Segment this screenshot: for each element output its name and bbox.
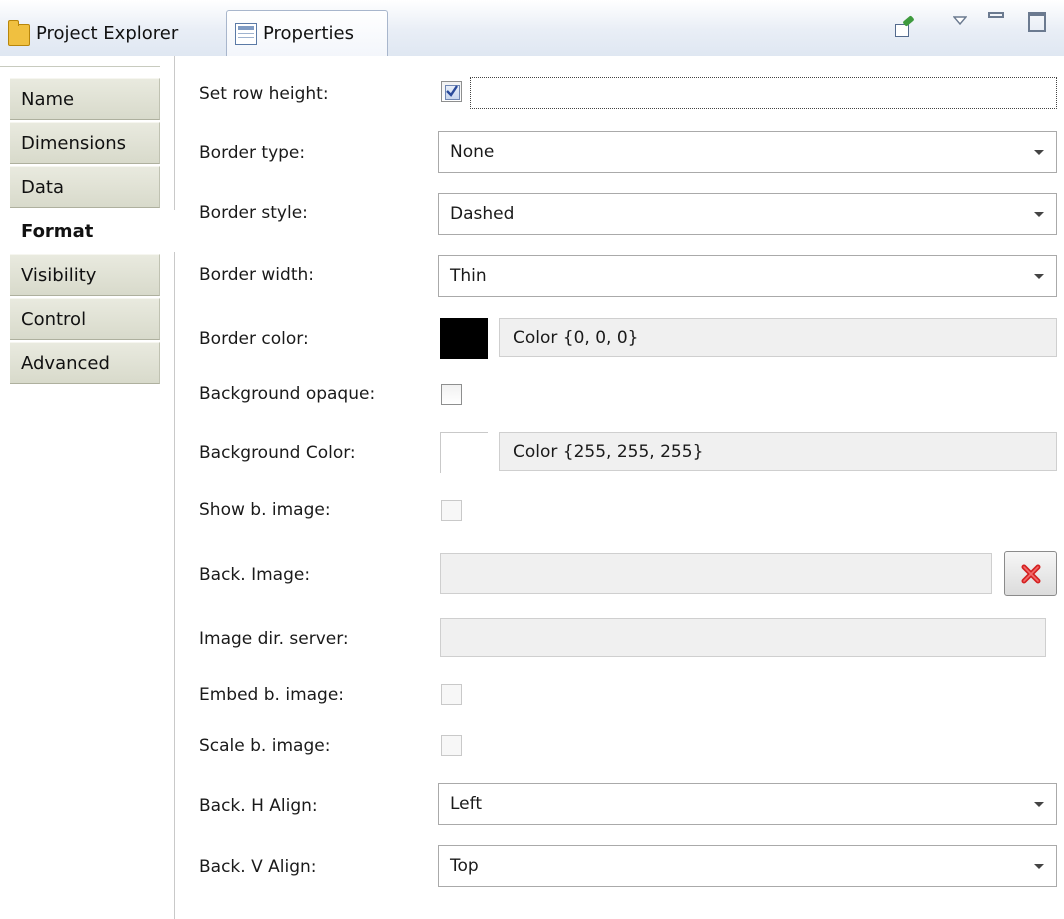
delete-x-icon xyxy=(1021,564,1040,583)
border-width-value: Thin xyxy=(450,266,487,286)
nav-item-advanced[interactable]: Advanced xyxy=(10,342,160,384)
border-width-select[interactable]: Thin xyxy=(438,255,1057,297)
nav-item-label: Dimensions xyxy=(21,132,127,154)
border-color-swatch[interactable] xyxy=(440,318,488,359)
border-type-value: None xyxy=(450,142,495,162)
border-style-value: Dashed xyxy=(450,204,515,224)
background-opaque-checkbox[interactable] xyxy=(441,384,462,405)
back-v-align-label: Back. V Align: xyxy=(199,857,317,877)
back-h-align-label: Back. H Align: xyxy=(199,796,318,816)
nav-top-divider xyxy=(0,66,160,67)
dropdown-arrow-icon[interactable] xyxy=(1022,194,1056,234)
background-color-label: Background Color: xyxy=(199,443,356,463)
show-b-image-checkbox[interactable] xyxy=(441,500,462,521)
nav-item-label: Name xyxy=(21,88,75,110)
dropdown-arrow-icon[interactable] xyxy=(1022,846,1056,886)
clear-image-button[interactable] xyxy=(1004,551,1057,596)
back-v-align-select[interactable]: Top xyxy=(438,845,1057,887)
tab-properties-label: Properties xyxy=(263,23,354,44)
back-h-align-value: Left xyxy=(450,794,482,814)
pin-icon[interactable] xyxy=(893,15,915,38)
nav-item-data[interactable]: Data xyxy=(10,166,160,208)
set-row-height-label: Set row height: xyxy=(199,84,329,104)
border-type-label: Border type: xyxy=(199,143,306,163)
nav-item-label: Data xyxy=(21,176,64,198)
view-tab-bar: Project Explorer Properties xyxy=(0,0,1064,56)
dropdown-arrow-icon[interactable] xyxy=(1022,784,1056,824)
border-style-label: Border style: xyxy=(199,203,308,223)
background-color-value: Color {255, 255, 255} xyxy=(499,432,1057,471)
row-height-field[interactable] xyxy=(470,77,1057,109)
back-v-align-value: Top xyxy=(450,856,479,876)
background-opaque-label: Background opaque: xyxy=(199,384,376,404)
view-menu-icon[interactable] xyxy=(952,11,968,31)
checkmark-icon xyxy=(446,85,458,97)
image-dir-server-label: Image dir. server: xyxy=(199,629,349,649)
image-dir-server-field[interactable] xyxy=(440,618,1046,657)
scale-b-image-label: Scale b. image: xyxy=(199,736,331,756)
nav-divider xyxy=(174,56,175,919)
minimize-icon[interactable] xyxy=(988,12,1004,18)
properties-icon xyxy=(235,22,257,45)
back-image-label: Back. Image: xyxy=(199,565,311,585)
border-color-value: Color {0, 0, 0} xyxy=(499,318,1057,357)
embed-b-image-label: Embed b. image: xyxy=(199,685,345,705)
scale-b-image-checkbox[interactable] xyxy=(441,735,462,756)
maximize-icon[interactable] xyxy=(1028,12,1046,32)
back-image-field[interactable] xyxy=(440,553,992,594)
nav-item-label: Advanced xyxy=(21,352,110,374)
border-width-label: Border width: xyxy=(199,265,314,285)
nav-item-visibility[interactable]: Visibility xyxy=(10,254,160,296)
folder-icon xyxy=(8,20,30,46)
tab-project-explorer[interactable]: Project Explorer xyxy=(0,10,226,56)
background-color-swatch[interactable] xyxy=(440,432,488,473)
back-h-align-select[interactable]: Left xyxy=(438,783,1057,825)
border-color-label: Border color: xyxy=(199,329,309,349)
nav-item-control[interactable]: Control xyxy=(10,298,160,340)
nav-item-label: Visibility xyxy=(21,264,97,286)
tab-project-explorer-label: Project Explorer xyxy=(36,22,179,44)
nav-item-label: Format xyxy=(21,220,94,242)
nav-item-name[interactable]: Name xyxy=(10,78,160,120)
nav-item-label: Control xyxy=(21,308,87,330)
dropdown-arrow-icon[interactable] xyxy=(1022,256,1056,296)
border-type-select[interactable]: None xyxy=(438,131,1057,173)
show-b-image-label: Show b. image: xyxy=(199,500,331,520)
border-style-select[interactable]: Dashed xyxy=(438,193,1057,235)
dropdown-arrow-icon[interactable] xyxy=(1022,132,1056,172)
embed-b-image-checkbox[interactable] xyxy=(441,684,462,705)
nav-item-format[interactable]: Format xyxy=(10,210,175,252)
nav-item-dimensions[interactable]: Dimensions xyxy=(10,122,160,164)
tab-properties[interactable]: Properties xyxy=(226,10,388,56)
